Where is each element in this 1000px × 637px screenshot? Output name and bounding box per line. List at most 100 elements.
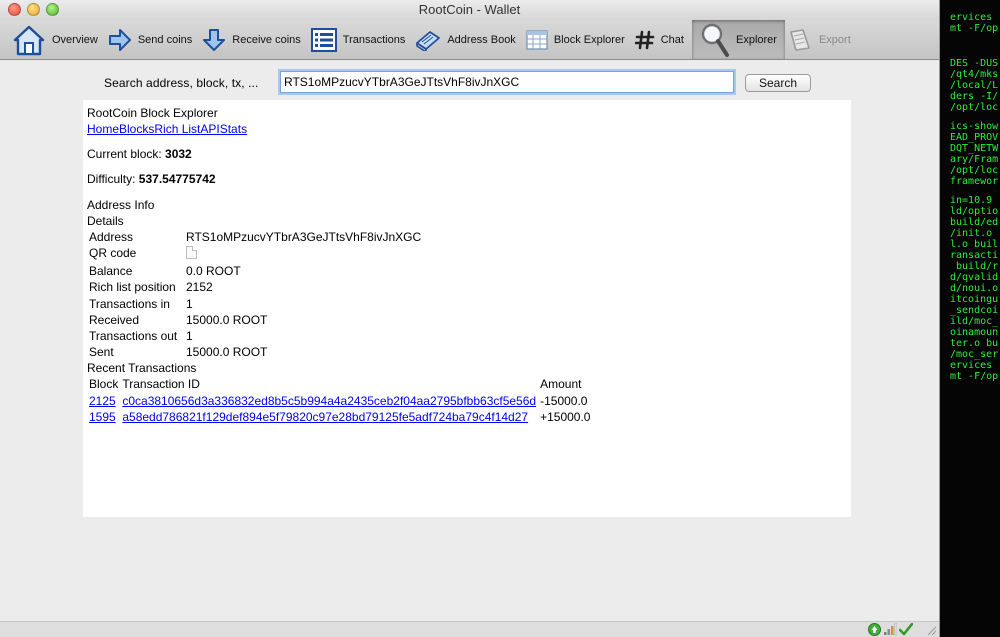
toolbar-receive-coins-label: Receive coins xyxy=(232,33,301,46)
toolbar-transactions-label: Transactions xyxy=(342,33,406,46)
terminal-line: build/ed xyxy=(950,217,999,228)
tx-block-link[interactable]: 1595 xyxy=(89,410,116,424)
toolbar-send-coins[interactable]: Send coins xyxy=(106,20,200,59)
detail-row-sent: Sent 15000.0 ROOT xyxy=(87,344,423,360)
toolbar-receive-coins[interactable]: Receive coins xyxy=(200,20,308,59)
nav-link-blocks[interactable]: Blocks xyxy=(119,122,154,136)
terminal-line: ild/moc_ xyxy=(950,316,999,327)
search-input[interactable] xyxy=(280,71,734,93)
arrow-right-icon xyxy=(108,28,131,51)
toolbar-address-book-label: Address Book xyxy=(447,33,516,46)
details-heading: Details xyxy=(87,214,124,228)
detail-row-address: Address RTS1oMPzucvYTbrA3GeJTtsVhF8ivJnX… xyxy=(87,229,423,245)
terminal-line: DQT_NETW xyxy=(950,143,999,154)
current-block-label: Current block: xyxy=(87,147,166,161)
recent-transactions-heading: Recent Transactions xyxy=(87,361,197,376)
terminal-line: _sendcoi xyxy=(950,305,999,316)
toolbar-overview[interactable]: Overview xyxy=(10,20,106,59)
terminal-line: /qt4/mks xyxy=(950,69,999,80)
toolbar-chat-label: Chat xyxy=(660,33,684,46)
terminal-line: /moc_ser xyxy=(950,349,999,360)
detail-row-received: Received 15000.0 ROOT xyxy=(87,312,423,328)
address-value: RTS1oMPzucvYTbrA3GeJTtsVhF8ivJnXGC xyxy=(186,230,422,244)
explorer-title: RootCoin Block Explorer xyxy=(87,106,218,120)
column-header-block: Block xyxy=(89,377,119,392)
minimize-window-button[interactable] xyxy=(27,3,40,16)
sync-status-icon xyxy=(868,623,881,636)
difficulty-label: Difficulty: xyxy=(87,172,139,186)
explorer-nav: HomeBlocksRich ListAPIStats xyxy=(87,121,847,137)
difficulty-value: 537.54775742 xyxy=(138,172,216,186)
toolbar-address-book[interactable]: Address Book xyxy=(413,20,523,59)
address-info-heading: Address Info xyxy=(87,198,155,212)
explorer-page: Search address, block, tx, ... Search Ro… xyxy=(0,61,939,621)
checkmark-icon xyxy=(899,623,913,636)
resize-grip-icon[interactable] xyxy=(925,624,937,636)
nav-link-home[interactable]: Home xyxy=(87,122,119,136)
close-window-button[interactable] xyxy=(8,3,21,16)
terminal-line: ders -I/ xyxy=(950,91,999,102)
toolbar-explorer[interactable]: Explorer xyxy=(691,20,785,59)
terminal-line: itcoingu xyxy=(950,294,999,305)
nav-link-api[interactable]: API xyxy=(200,122,219,136)
magnifier-icon xyxy=(701,23,729,57)
qr-code-cell xyxy=(184,245,423,263)
terminal-line: ter.o bu xyxy=(950,338,999,349)
terminal-line: d/noui.o xyxy=(950,283,999,294)
received-value: 15000.0 ROOT xyxy=(186,312,268,327)
terminal-line: l.o buil xyxy=(950,239,999,250)
column-header-amount: Amount xyxy=(540,377,582,392)
search-label: Search address, block, tx, ... xyxy=(104,76,259,90)
qr-code-image-icon xyxy=(186,246,197,260)
detail-key: Transactions out xyxy=(89,328,178,343)
terminal-line: /opt/loc xyxy=(950,102,999,113)
detail-key: Rich list position xyxy=(89,280,176,295)
toolbar-chat[interactable]: Chat xyxy=(633,20,692,59)
terminal-line: framewor xyxy=(950,176,999,187)
toolbar-explorer-label: Explorer xyxy=(735,33,777,46)
arrow-down-icon xyxy=(203,28,226,51)
detail-row-transactions-in: Transactions in 1 xyxy=(87,296,423,312)
detail-key: Received xyxy=(89,312,140,327)
toolbar-overview-label: Overview xyxy=(52,33,98,46)
toolbar-block-explorer[interactable]: Block Explorer xyxy=(524,20,633,59)
tx-id-link[interactable]: a58edd786821f129def894e5f79820c97e28bd79… xyxy=(122,410,528,424)
address-details-table: Address RTS1oMPzucvYTbrA3GeJTtsVhF8ivJnX… xyxy=(87,229,423,360)
detail-key: Sent xyxy=(89,345,114,360)
terminal-line: ary/Fram xyxy=(950,154,999,165)
toolbar-transactions[interactable]: Transactions xyxy=(309,20,414,59)
nav-link-stats[interactable]: Stats xyxy=(220,122,247,136)
tx-id-link[interactable]: c0ca3810656d3a336832ed8b5c5b994a4a2435ce… xyxy=(122,394,536,408)
grid-icon xyxy=(526,29,548,50)
transactions-out-value: 1 xyxy=(186,328,193,343)
detail-key: Address xyxy=(89,230,134,244)
explorer-web-view: RootCoin Block Explorer HomeBlocksRich L… xyxy=(83,100,851,517)
current-block-line: Current block: 3032 xyxy=(87,146,847,162)
address-book-icon xyxy=(416,30,441,51)
zoom-window-button[interactable] xyxy=(46,3,59,16)
terminal-line: mt -F/op xyxy=(950,23,999,34)
balance-value: 0.0 ROOT xyxy=(186,264,241,279)
search-button[interactable]: Search xyxy=(745,74,811,92)
terminal-line: /opt/loc xyxy=(950,165,999,176)
terminal-line: ics-show xyxy=(950,121,999,132)
toolbar-export[interactable]: Export xyxy=(785,20,859,59)
terminal-window: ervices mt -F/op DES -DUS/qt4/mks/local/L d… xyxy=(940,0,1000,637)
export-icon xyxy=(790,28,810,51)
detail-row-qr-code: QR code xyxy=(87,245,423,263)
main-toolbar: Overview Send coins Receive coins Transa… xyxy=(0,20,939,60)
detail-row-rich-list-position: Rich list position 2152 xyxy=(87,279,423,295)
terminal-line: build/r xyxy=(950,261,999,272)
detail-key: Transactions in xyxy=(89,296,170,311)
detail-row-transactions-out: Transactions out 1 xyxy=(87,328,423,344)
recent-transactions-table: Block Transaction ID Amount 2125 c0ca381… xyxy=(87,376,592,425)
table-row: 1595 a58edd786821f129def894e5f79820c97e2… xyxy=(87,409,592,425)
detail-key: Balance xyxy=(89,264,133,279)
tx-block-link[interactable]: 2125 xyxy=(89,394,116,408)
status-bar xyxy=(0,621,939,637)
nav-link-rich-list[interactable]: Rich List xyxy=(154,122,200,136)
rich-list-position-value: 2152 xyxy=(186,280,213,295)
tx-amount: +15000.0 xyxy=(540,409,591,424)
